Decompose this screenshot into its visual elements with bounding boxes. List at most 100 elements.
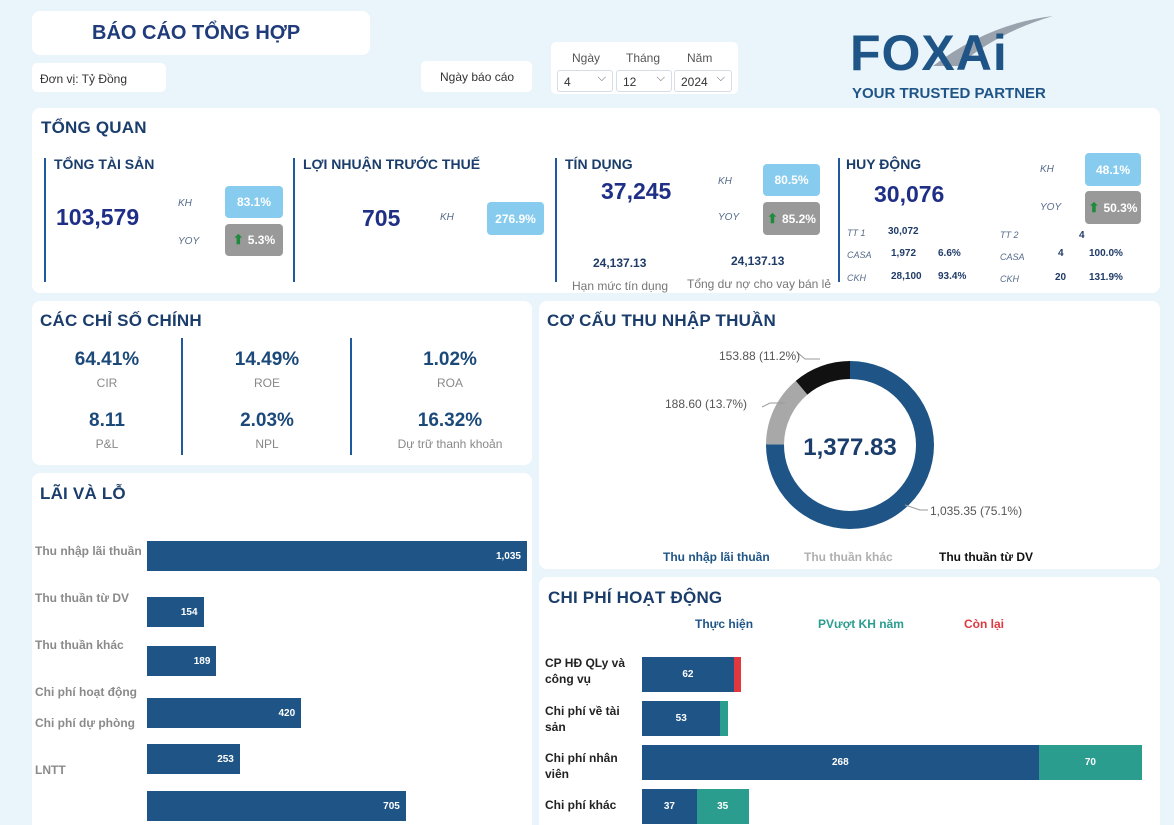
pretax-profit-value: 705 (362, 205, 401, 231)
total-assets-yoy: 5.3% (247, 233, 276, 247)
ratio-pl-value: 8.11 (89, 410, 125, 431)
credit-yoy: 85.2% (781, 211, 816, 226)
ratio-roe-label: ROE (253, 376, 280, 390)
pnl-label-interest: Thu nhập lãi thuần (35, 544, 142, 558)
day-value: 4 (564, 75, 571, 89)
total-assets-label: TỔNG TÀI SẢN (54, 156, 155, 172)
opex-seg-remaining (733, 657, 742, 692)
ratio-npl-label: NPL (255, 437, 279, 451)
divider (293, 158, 295, 282)
mobilization-kh-badge: 48.1% (1085, 153, 1141, 186)
ratio-roe-value: 14.49% (234, 349, 300, 370)
chevron-down-icon: ⌵ (716, 72, 725, 84)
day-label: Ngày (572, 51, 601, 65)
retail-loan-label: Tổng dư nợ cho vay bán lẻ (687, 277, 831, 291)
credit-limit-label: Hạn mức tín dụng (572, 279, 669, 293)
day-select[interactable]: 4 ⌵ (557, 70, 613, 92)
legend-remaining: Còn lại (964, 617, 1005, 631)
opex-seg-actual: 268 (642, 745, 1039, 780)
year-value: 2024 (681, 75, 708, 89)
pretax-profit-kh-label: KH (440, 212, 454, 223)
chevron-down-icon: ⌵ (656, 72, 665, 84)
leader-line-service (797, 352, 820, 360)
mobilization-label: HUY ĐỘNG (846, 156, 922, 172)
opex-label-admin: CP HĐ QLy và công vụ (545, 656, 626, 686)
mobilization-value: 30,076 (874, 181, 945, 207)
month-select[interactable]: 12 ⌵ (616, 70, 672, 92)
leader-line-interest (904, 504, 928, 511)
opex-seg-actual: 62 (642, 657, 734, 692)
opex-seg-exceed (720, 701, 728, 736)
title-card: BÁO CÁO TỔNG HỢP (32, 11, 370, 55)
arrow-up-icon: ⬆ (767, 210, 778, 226)
report-date-label: Ngày báo cáo (440, 70, 515, 84)
month-label: Tháng (626, 51, 661, 65)
retail-loan-value: 24,137.13 (731, 254, 785, 268)
pnl-label-pretax: LNTT (35, 763, 66, 777)
year-select[interactable]: 2024 ⌵ (674, 70, 732, 92)
tt1-value: 30,072 (888, 226, 919, 237)
credit-yoy-label: YOY (718, 212, 740, 223)
pnl-label-opex: Chi phí hoạt động (35, 685, 137, 699)
arrow-up-icon: ⬆ (1088, 199, 1100, 215)
pnl-bar-opex: 420 (147, 698, 302, 728)
divider (555, 158, 557, 282)
credit-label: TÍN DỤNG (565, 156, 633, 172)
month-value: 12 (623, 75, 637, 89)
pnl-label-provision: Chi phí dự phòng (35, 716, 135, 730)
pretax-profit-label: LỢI NHUẬN TRƯỚC THUẾ (303, 156, 481, 172)
mobilization-yoy-badge: ⬆ 50.3% (1085, 191, 1141, 224)
legend-actual: Thực hiện (695, 617, 754, 631)
credit-value: 37,245 (601, 178, 672, 204)
total-assets-kh-label: KH (178, 198, 192, 209)
ratio-roa-label: ROA (436, 376, 463, 390)
divider (350, 338, 352, 455)
tt2-ckh-pct: 131.9% (1089, 272, 1123, 283)
report-date-card: Ngày báo cáo (421, 61, 532, 92)
ratio-liquidity-value: 16.32% (417, 410, 483, 431)
donut-center-value: 1,377.83 (803, 434, 897, 461)
tt2-casa-pct: 100.0% (1089, 248, 1123, 259)
total-assets-yoy-label: YOY (178, 236, 200, 247)
opex-seg-exceed: 70 (1038, 745, 1143, 780)
tt1-ckh-label: CKH (847, 273, 867, 283)
credit-limit-value: 24,137.13 (593, 256, 647, 270)
year-label: Năm (687, 51, 713, 65)
tt1-casa-pct: 6.6% (938, 248, 961, 259)
ratio-pl-label: P&L (95, 437, 119, 451)
tt1-casa-label: CASA (847, 250, 872, 260)
tt2-casa-value: 4 (1058, 248, 1064, 259)
donut-label-interest: 1,035.35 (75.1%) (930, 504, 1023, 518)
tt2-casa-label: CASA (1000, 252, 1025, 262)
ratio-liquidity-label: Dự trữ thanh khoản (397, 437, 503, 451)
opex-seg-actual: 53 (642, 701, 721, 736)
ratio-roa-value: 1.02% (423, 349, 477, 370)
pretax-profit-kh-badge: 276.9% (487, 202, 544, 235)
pnl-label-other: Thu thuần khác (35, 638, 124, 652)
donut-label-dv: 153.88 (11.2%) (719, 349, 801, 363)
opex-label-other: Chi phí khác (545, 798, 617, 812)
pnl-label-service: Thu thuần từ DV (35, 591, 130, 605)
opex-title: CHI PHÍ HOẠT ĐỘNG (548, 588, 723, 607)
tt2-value: 4 (1079, 230, 1085, 241)
tt1-casa-value: 1,972 (891, 248, 917, 259)
unit-label: Đơn vị: Tỷ Đồng (40, 72, 128, 86)
tt2-ckh-label: CKH (1000, 274, 1020, 284)
pnl-bar-pretax: 705 (147, 791, 406, 821)
divider (44, 158, 46, 282)
tt2-ckh-value: 20 (1055, 272, 1067, 283)
tt1-ckh-pct: 93.4% (938, 271, 967, 282)
ratio-cir-value: 64.41% (74, 349, 140, 370)
total-assets-kh-badge: 83.1% (225, 186, 283, 218)
logo-tagline: YOUR TRUSTED PARTNER (852, 85, 1046, 102)
credit-kh-label: KH (718, 176, 732, 187)
credit-yoy-badge: ⬆ 85.2% (763, 202, 820, 235)
ratio-cir-label: CIR (96, 376, 118, 390)
donut-slice-service (795, 361, 850, 395)
legend-exceed: PVượt KH năm (818, 617, 904, 631)
total-assets-yoy-badge: ⬆ 5.3% (225, 224, 283, 256)
tt1-ckh-value: 28,100 (891, 271, 922, 282)
credit-kh-badge: 80.5% (763, 164, 820, 196)
overview-title: TỔNG QUAN (41, 118, 147, 137)
pnl-bar-other: 189 (147, 646, 217, 676)
